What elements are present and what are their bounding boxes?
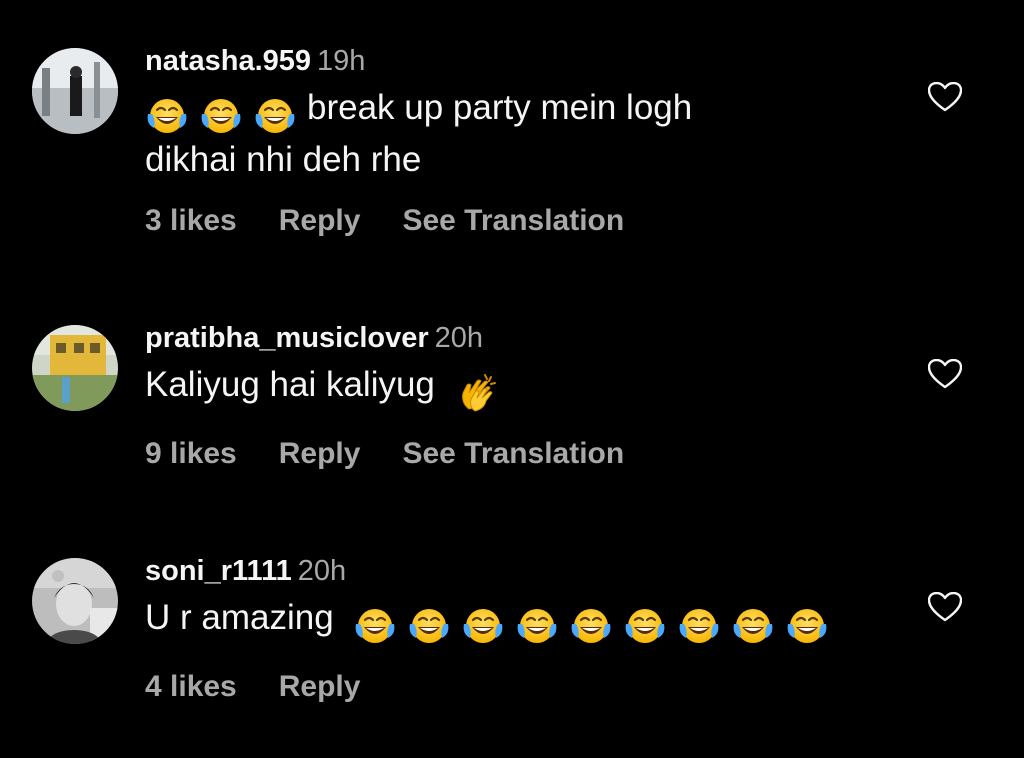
comment-header: natasha.959 19h <box>145 44 885 78</box>
likes-count[interactable]: 9 likes <box>145 437 237 470</box>
avatar[interactable] <box>32 48 118 134</box>
comment-text-body: Kaliyug hai kaliyug <box>145 365 435 404</box>
reply-button[interactable]: Reply <box>279 670 361 703</box>
comment-text-body: U r amazing <box>145 598 334 637</box>
username[interactable]: pratibha_musiclover <box>145 322 429 354</box>
reply-button[interactable]: Reply <box>279 204 361 237</box>
face-with-tears-of-joy-emoji <box>623 604 667 648</box>
comment-content: natasha.959 19h break up party mein logh … <box>145 44 885 181</box>
heart-outline-icon[interactable] <box>928 82 962 112</box>
comment-header: soni_r1111 20h <box>145 554 885 588</box>
face-with-tears-of-joy-emoji <box>731 604 775 648</box>
timestamp: 20h <box>434 322 484 354</box>
comment-content: soni_r1111 20h U r amazing <box>145 554 885 648</box>
face-with-tears-of-joy-emoji <box>515 604 559 648</box>
likes-count[interactable]: 3 likes <box>145 204 237 237</box>
clapping-hands-emoji <box>455 371 499 415</box>
face-with-tears-of-joy-emoji <box>145 94 189 138</box>
face-with-tears-of-joy-emoji <box>407 604 451 648</box>
username[interactable]: soni_r1111 <box>145 555 292 587</box>
emoji-group <box>353 602 839 648</box>
face-with-tears-of-joy-emoji <box>785 604 829 648</box>
face-with-tears-of-joy-emoji <box>353 604 397 648</box>
face-with-tears-of-joy-emoji <box>199 94 243 138</box>
heart-outline-icon[interactable] <box>928 359 962 389</box>
comment-text-line2: dikhai nhi deh rhe <box>145 139 422 179</box>
comment-actions: 4 likes Reply <box>145 670 402 704</box>
timestamp: 19h <box>317 45 366 77</box>
heart-outline-icon[interactable] <box>928 592 962 622</box>
face-with-tears-of-joy-emoji <box>677 604 721 648</box>
comment-content: pratibha_musiclover 20h Kaliyug hai kaliy… <box>145 321 885 415</box>
face-with-tears-of-joy-emoji <box>461 604 505 648</box>
comment-text: Kaliyug hai kaliyug <box>145 363 885 415</box>
emoji-group <box>145 92 307 138</box>
likes-count[interactable]: 4 likes <box>145 670 237 703</box>
see-translation-button[interactable]: See Translation <box>402 437 624 470</box>
timestamp: 20h <box>297 555 347 587</box>
face-with-tears-of-joy-emoji <box>569 604 613 648</box>
comment-text: break up party mein logh dikhai nhi deh … <box>145 86 885 181</box>
face-with-tears-of-joy-emoji <box>253 94 297 138</box>
comment-actions: 9 likes Reply See Translation <box>145 437 666 471</box>
comment-header: pratibha_musiclover 20h <box>145 321 885 355</box>
comment-text: U r amazing <box>145 596 885 648</box>
emoji-group <box>455 369 509 415</box>
avatar[interactable] <box>32 558 118 644</box>
comment-text-line1: break up party mein logh <box>307 88 693 127</box>
see-translation-button[interactable]: See Translation <box>402 204 624 237</box>
comment-actions: 3 likes Reply See Translation <box>145 204 666 238</box>
avatar[interactable] <box>32 325 118 411</box>
reply-button[interactable]: Reply <box>279 437 361 470</box>
username[interactable]: natasha.959 <box>145 45 311 77</box>
